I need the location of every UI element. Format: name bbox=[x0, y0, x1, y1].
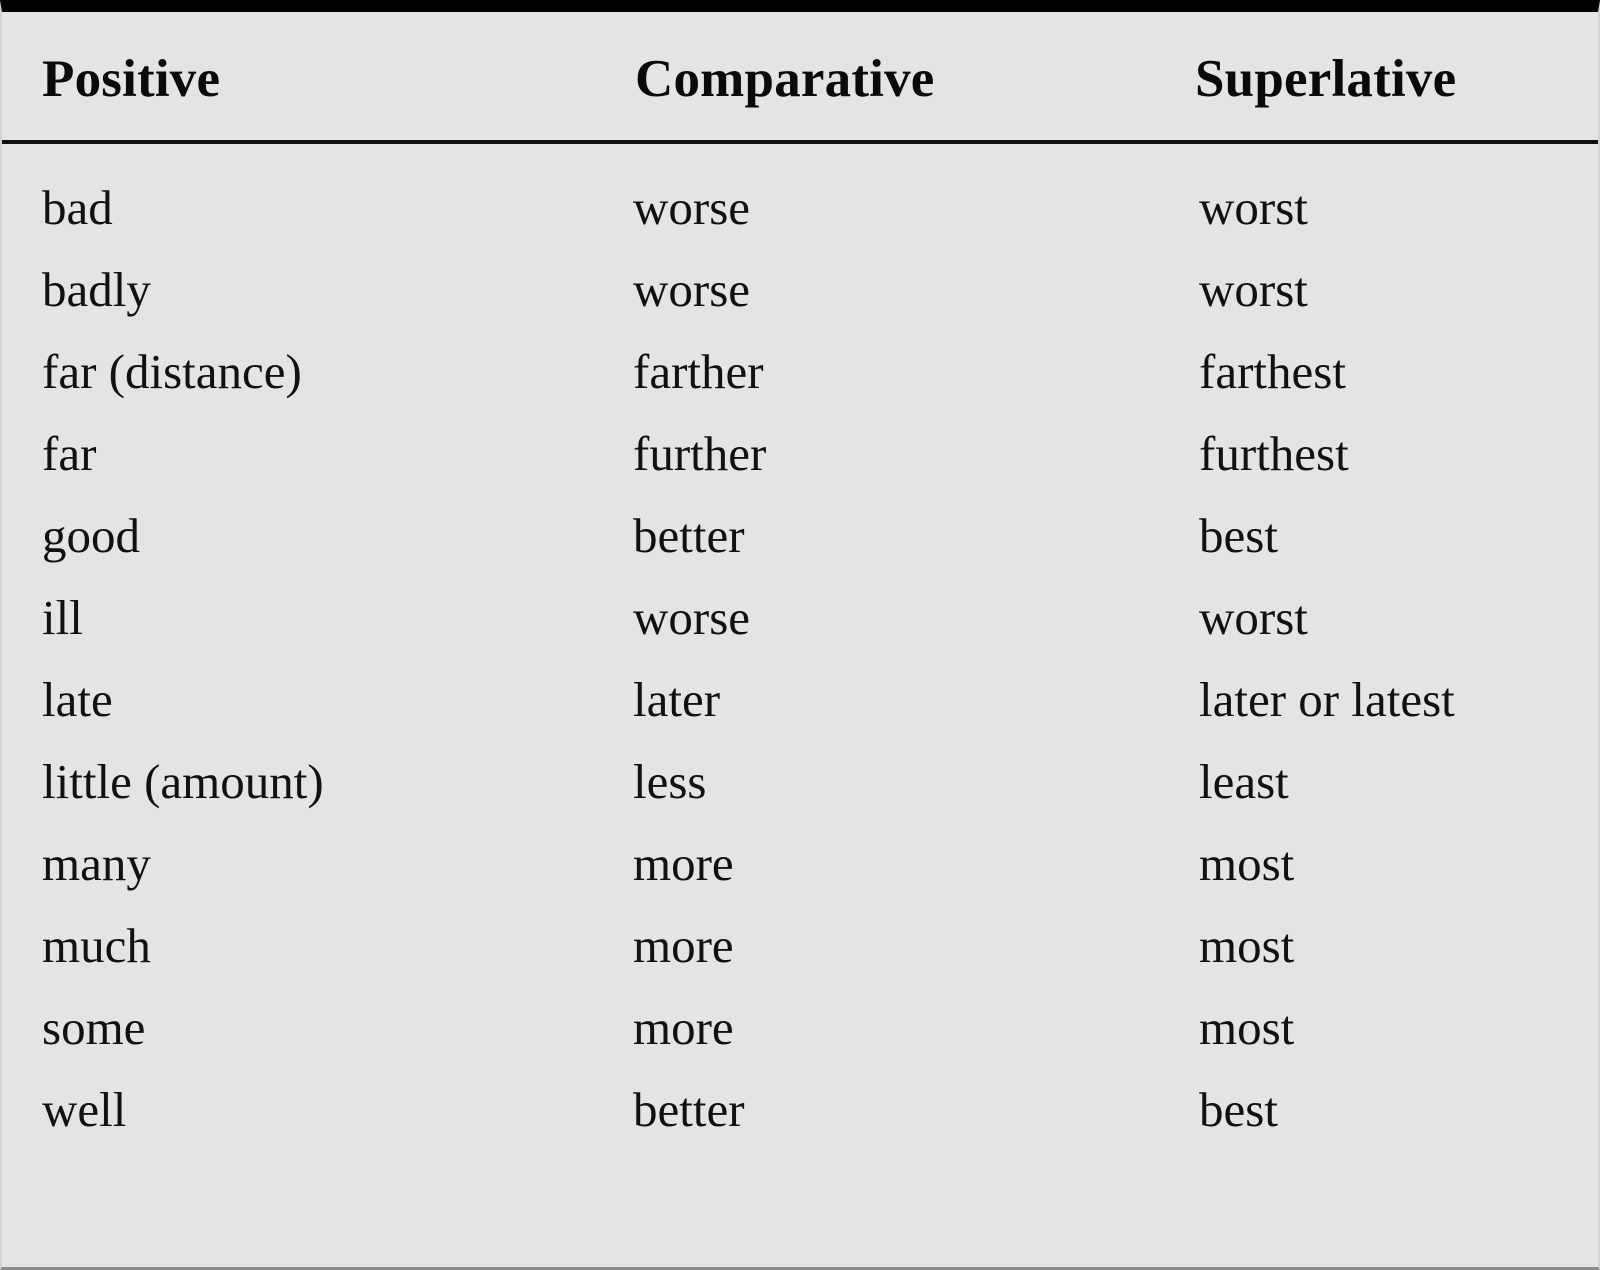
cell-superlative: worst bbox=[1199, 179, 1308, 235]
irregular-adjectives-table: Positive Comparative Superlative bad wor… bbox=[2, 12, 1598, 1150]
table-row: ill worse worst bbox=[2, 576, 1598, 658]
cell-comparative: more bbox=[633, 835, 734, 891]
cell-comparative: worse bbox=[633, 179, 751, 235]
cell-positive: some bbox=[42, 999, 146, 1055]
cell-positive: bad bbox=[42, 179, 113, 235]
cell-positive: late bbox=[42, 671, 113, 727]
column-header-positive-label: Positive bbox=[42, 49, 221, 108]
table-header-row: Positive Comparative Superlative bbox=[2, 12, 1598, 144]
cell-positive: good bbox=[42, 507, 140, 563]
cell-comparative: more bbox=[633, 917, 734, 973]
cell-superlative: worst bbox=[1199, 589, 1308, 645]
cell-superlative: least bbox=[1199, 753, 1289, 809]
table-row: many more most bbox=[2, 822, 1598, 904]
cell-positive: much bbox=[42, 917, 151, 973]
cell-superlative: best bbox=[1199, 1081, 1278, 1137]
cell-comparative: worse bbox=[633, 589, 751, 645]
cell-comparative: better bbox=[633, 1081, 745, 1137]
column-header-superlative-label: Superlative bbox=[1195, 49, 1457, 108]
table-row: far (distance) farther farthest bbox=[2, 330, 1598, 412]
cell-superlative: most bbox=[1199, 835, 1295, 891]
table-row: well better best bbox=[2, 1068, 1598, 1150]
irregular-adjectives-table-container: Positive Comparative Superlative bad wor… bbox=[0, 0, 1600, 1270]
cell-positive: well bbox=[42, 1081, 127, 1137]
column-header-comparative: Comparative bbox=[597, 12, 1165, 144]
column-header-comparative-label: Comparative bbox=[635, 49, 935, 108]
cell-superlative: most bbox=[1199, 999, 1295, 1055]
table-row: bad worse worst bbox=[2, 142, 1598, 248]
column-header-superlative: Superlative bbox=[1165, 12, 1598, 144]
cell-positive: far bbox=[42, 425, 97, 481]
cell-superlative: farthest bbox=[1199, 343, 1346, 399]
cell-positive: badly bbox=[42, 261, 151, 317]
cell-comparative: worse bbox=[633, 261, 751, 317]
cell-positive: ill bbox=[42, 589, 83, 645]
table-row: much more most bbox=[2, 904, 1598, 986]
cell-comparative: less bbox=[633, 753, 707, 809]
cell-positive: many bbox=[42, 835, 151, 891]
cell-superlative: most bbox=[1199, 917, 1295, 973]
table-body: bad worse worst badly worse worst far (d… bbox=[2, 142, 1598, 1150]
table-row: badly worse worst bbox=[2, 248, 1598, 330]
table-row: far further furthest bbox=[2, 412, 1598, 494]
cell-comparative: more bbox=[633, 999, 734, 1055]
cell-superlative: worst bbox=[1199, 261, 1308, 317]
table-header: Positive Comparative Superlative bbox=[2, 12, 1598, 144]
cell-comparative: better bbox=[633, 507, 745, 563]
cell-superlative: furthest bbox=[1199, 425, 1349, 481]
cell-positive: far (distance) bbox=[42, 343, 302, 399]
table-row: some more most bbox=[2, 986, 1598, 1068]
cell-comparative: further bbox=[633, 425, 767, 481]
table-row: little (amount) less least bbox=[2, 740, 1598, 822]
cell-superlative: later or latest bbox=[1199, 671, 1455, 727]
column-header-positive: Positive bbox=[2, 12, 597, 144]
cell-positive: little (amount) bbox=[42, 753, 324, 809]
cell-comparative: later bbox=[633, 671, 721, 727]
table-row: good better best bbox=[2, 494, 1598, 576]
table-row: late later later or latest bbox=[2, 658, 1598, 740]
cell-superlative: best bbox=[1199, 507, 1278, 563]
cell-comparative: farther bbox=[633, 343, 764, 399]
